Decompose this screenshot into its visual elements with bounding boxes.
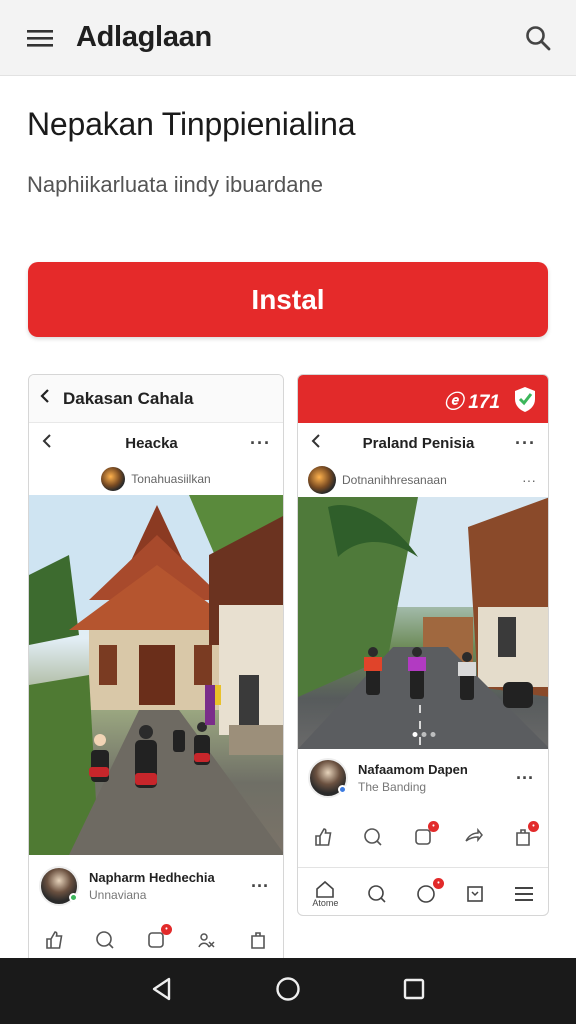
search-icon[interactable]	[518, 18, 558, 58]
comment-icon	[91, 926, 119, 954]
page-subheadline: Naphiikarluata iindy ibuardane	[27, 172, 323, 197]
more-options-icon: ···	[516, 767, 534, 788]
install-button[interactable]: Instal	[28, 262, 548, 337]
post-title: Praland Penisia	[362, 434, 475, 452]
street-motorbikes-photo	[298, 497, 548, 749]
back-arrow-icon	[310, 433, 322, 454]
share-icon	[459, 823, 487, 851]
poster-name: Nafaamom Dapen	[358, 762, 468, 777]
app-title: Adlaglaan	[76, 21, 212, 53]
share-icon	[193, 926, 221, 954]
back-nav-icon[interactable]	[151, 977, 173, 1006]
post-author: Tonahuasiilkan	[131, 472, 211, 486]
bottom-tab-bar: Atome •	[298, 867, 548, 915]
tab-notifications: •	[416, 877, 444, 904]
shield-icon	[512, 385, 538, 418]
avatar	[101, 467, 126, 491]
more-options-icon: ···	[515, 432, 536, 453]
hamburger-menu-icon[interactable]	[20, 18, 60, 58]
poster-row: Napharm Hedhechia Unnaviana ···	[29, 855, 283, 917]
post-author-row: Dotnanihhresanaan ···	[298, 463, 548, 497]
poster-name: Napharm Hedhechia	[89, 870, 215, 885]
post-author: Dotnanihhresanaan	[342, 473, 447, 487]
system-navigation-bar	[0, 958, 576, 1024]
carousel-indicator	[412, 732, 436, 737]
screenshot-card-right[interactable]: ⓔ 171 Praland Penisia ··· Dotnanihhresan…	[297, 374, 549, 916]
avatar	[308, 466, 336, 494]
bookmark-icon	[244, 926, 272, 954]
temple-street-photo	[29, 495, 283, 855]
back-arrow-icon	[39, 388, 51, 409]
poster-subtitle: The Banding	[358, 780, 427, 794]
screenshot-red-header: ⓔ 171	[298, 375, 548, 423]
screenshot-title: Dakasan Cahala	[63, 388, 194, 408]
more-options-icon: ···	[251, 875, 269, 896]
recents-nav-icon[interactable]	[403, 978, 425, 1005]
bookmark-icon: •	[509, 821, 539, 851]
post-action-bar: • •	[298, 807, 548, 867]
post-title: Heacka	[125, 434, 178, 452]
poster-subtitle: Unnaviana	[89, 888, 147, 902]
app-store-page: Adlaglaan Nepakan Tinppienialina Naphiik…	[0, 0, 576, 1024]
tab-home: Atome	[312, 880, 338, 908]
top-app-bar: Adlaglaan	[0, 0, 576, 76]
screenshot-header: Dakasan Cahala	[29, 375, 283, 423]
more-options-icon: ···	[522, 472, 536, 488]
tab-home-label: Atome	[312, 897, 339, 908]
back-arrow-icon	[41, 433, 53, 454]
like-icon	[309, 823, 337, 851]
tab-search	[367, 884, 387, 904]
page-headline: Nepakan Tinppienialina	[27, 106, 356, 142]
header-badge: ⓔ 171	[444, 392, 500, 413]
screenshot-card-left[interactable]: Dakasan Cahala Heacka ··· Tonahuasiilkan	[28, 374, 284, 974]
poster-row: Nafaamom Dapen The Banding ···	[298, 749, 548, 807]
post-author-row: Tonahuasiilkan	[29, 463, 283, 495]
more-options-icon: ···	[250, 432, 271, 453]
tab-inbox	[465, 884, 485, 904]
like-icon	[40, 926, 68, 954]
avatar	[308, 758, 348, 798]
post-header: Praland Penisia ···	[298, 423, 548, 463]
post-header: Heacka ···	[29, 423, 283, 463]
post-action-bar: •	[29, 917, 283, 963]
tab-menu	[514, 886, 534, 902]
notification-icon: •	[142, 924, 172, 954]
comment-icon	[359, 823, 387, 851]
avatar	[39, 866, 79, 906]
notification-icon: •	[409, 821, 439, 851]
home-nav-icon[interactable]	[275, 976, 301, 1007]
